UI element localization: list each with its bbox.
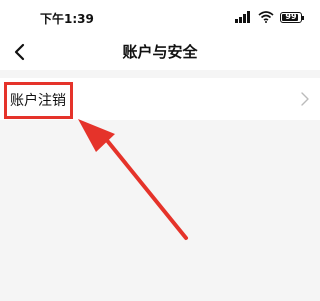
highlight-box	[4, 82, 73, 119]
wifi-icon	[258, 11, 274, 23]
signal-icon	[235, 11, 252, 23]
nav-bar: 账户与安全	[0, 34, 320, 70]
status-icons: 99	[235, 9, 304, 25]
battery-level-text: 99	[285, 11, 297, 21]
battery-icon: 99	[280, 11, 304, 23]
status-time: 下午1:39	[40, 12, 94, 26]
status-bar: 下午1:39 99	[0, 0, 320, 34]
chevron-right-icon	[301, 92, 309, 106]
page-title: 账户与安全	[122, 43, 198, 61]
